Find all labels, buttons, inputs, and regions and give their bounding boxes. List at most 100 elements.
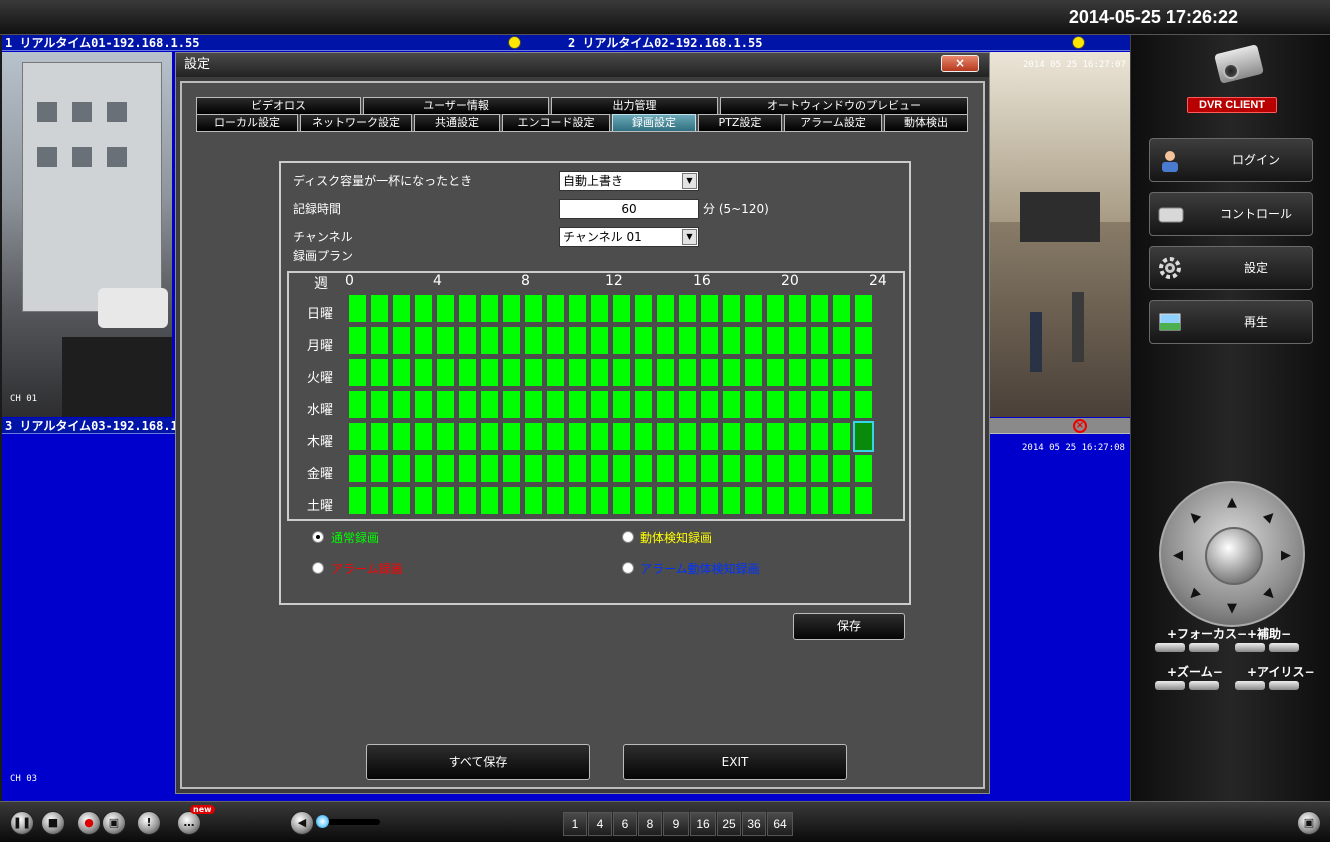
schedule-cell[interactable] — [679, 391, 696, 418]
schedule-cell[interactable] — [459, 423, 476, 450]
layout-16-button[interactable]: 16 — [690, 812, 716, 836]
schedule-cell[interactable] — [393, 423, 410, 450]
schedule-cell[interactable] — [393, 487, 410, 514]
schedule-cell[interactable] — [723, 295, 740, 322]
schedule-cell[interactable] — [855, 359, 872, 386]
message-icon[interactable]: … — [177, 811, 201, 835]
schedule-cell[interactable] — [789, 359, 806, 386]
schedule-cell[interactable] — [811, 487, 828, 514]
schedule-cell[interactable] — [415, 327, 432, 354]
close-button[interactable]: × — [941, 55, 979, 72]
schedule-cell[interactable] — [349, 455, 366, 482]
ptz-up-icon[interactable]: ▲ — [1227, 495, 1237, 510]
schedule-cell[interactable] — [811, 327, 828, 354]
motion-record-radio[interactable] — [622, 531, 634, 543]
stop-icon[interactable]: ■ — [41, 811, 65, 835]
schedule-cell[interactable] — [701, 359, 718, 386]
schedule-cell[interactable] — [349, 487, 366, 514]
schedule-cell[interactable] — [635, 487, 652, 514]
tab-encode[interactable]: エンコード設定 — [502, 114, 610, 131]
schedule-cell[interactable] — [349, 295, 366, 322]
schedule-cell[interactable] — [415, 455, 432, 482]
schedule-cell[interactable] — [503, 487, 520, 514]
schedule-cell[interactable] — [547, 359, 564, 386]
volume-slider[interactable] — [324, 819, 380, 825]
schedule-cell[interactable] — [745, 359, 762, 386]
schedule-cell[interactable] — [349, 423, 366, 450]
schedule-cell[interactable] — [657, 391, 674, 418]
schedule-cell[interactable] — [459, 327, 476, 354]
record-schedule-grid[interactable]: 週 0 4 8 12 16 20 24 日曜 月曜 火曜 水曜 木曜 金曜 土曜 — [287, 271, 905, 521]
normal-record-radio[interactable] — [312, 531, 324, 543]
schedule-cell[interactable] — [591, 455, 608, 482]
schedule-cell[interactable] — [833, 487, 850, 514]
zoom-plus-button[interactable] — [1155, 681, 1185, 690]
schedule-cell[interactable] — [657, 327, 674, 354]
ptz-center-button[interactable] — [1205, 527, 1263, 585]
schedule-cell[interactable] — [657, 295, 674, 322]
layout-64-button[interactable]: 64 — [767, 812, 793, 836]
tab-video-loss[interactable]: ビデオロス — [196, 97, 361, 114]
schedule-cell[interactable] — [745, 391, 762, 418]
schedule-cell[interactable] — [723, 359, 740, 386]
schedule-cell[interactable] — [679, 295, 696, 322]
schedule-cell[interactable] — [635, 359, 652, 386]
tab-motion[interactable]: 動体検出 — [884, 114, 968, 131]
record-time-input[interactable]: 60 — [559, 199, 699, 219]
ptz-right-icon[interactable]: ▶ — [1281, 548, 1291, 563]
schedule-cell[interactable] — [569, 359, 586, 386]
schedule-cell[interactable] — [613, 295, 630, 322]
schedule-cell[interactable] — [767, 423, 784, 450]
schedule-cell[interactable] — [789, 455, 806, 482]
schedule-cell[interactable] — [481, 295, 498, 322]
aux-plus-button[interactable] — [1235, 643, 1265, 652]
schedule-cell[interactable] — [569, 487, 586, 514]
schedule-cell[interactable] — [481, 455, 498, 482]
schedule-cell[interactable] — [855, 327, 872, 354]
schedule-cell[interactable] — [701, 295, 718, 322]
schedule-cell[interactable] — [723, 423, 740, 450]
aux-minus-button[interactable] — [1269, 643, 1299, 652]
schedule-cell[interactable] — [525, 295, 542, 322]
schedule-cell[interactable] — [855, 455, 872, 482]
schedule-cell[interactable] — [855, 391, 872, 418]
ptz-control[interactable]: ▲ ▼ ◀ ▶ ▲ ▲ ▼ ▼ — [1159, 481, 1305, 627]
ptz-down-right-icon[interactable]: ▼ — [1261, 586, 1279, 604]
schedule-cell[interactable] — [701, 391, 718, 418]
schedule-cell[interactable] — [767, 391, 784, 418]
schedule-cell[interactable] — [525, 487, 542, 514]
schedule-cell[interactable] — [789, 295, 806, 322]
schedule-cell[interactable] — [415, 295, 432, 322]
ptz-up-left-icon[interactable]: ▲ — [1185, 508, 1203, 526]
schedule-cell[interactable] — [833, 423, 850, 450]
schedule-cell[interactable] — [745, 295, 762, 322]
schedule-cell[interactable] — [789, 327, 806, 354]
schedule-cell[interactable] — [811, 455, 828, 482]
snapshot-icon[interactable]: ▣ — [102, 811, 126, 835]
schedule-cell[interactable] — [393, 455, 410, 482]
schedule-cell[interactable] — [723, 487, 740, 514]
schedule-cell[interactable] — [723, 391, 740, 418]
schedule-cell[interactable] — [853, 421, 874, 452]
ptz-left-icon[interactable]: ◀ — [1173, 548, 1183, 563]
tab-ptz[interactable]: PTZ設定 — [698, 114, 782, 131]
schedule-cell[interactable] — [855, 295, 872, 322]
schedule-cell[interactable] — [547, 455, 564, 482]
schedule-cell[interactable] — [569, 391, 586, 418]
schedule-cell[interactable] — [547, 487, 564, 514]
schedule-cell[interactable] — [393, 359, 410, 386]
schedule-cell[interactable] — [371, 455, 388, 482]
tab-network[interactable]: ネットワーク設定 — [300, 114, 412, 131]
schedule-cell[interactable] — [525, 455, 542, 482]
zoom-minus-button[interactable] — [1189, 681, 1219, 690]
schedule-cell[interactable] — [349, 359, 366, 386]
schedule-cell[interactable] — [415, 487, 432, 514]
schedule-cell[interactable] — [635, 455, 652, 482]
tab-output[interactable]: 出力管理 — [551, 97, 718, 114]
schedule-cell[interactable] — [767, 455, 784, 482]
schedule-cell[interactable] — [569, 327, 586, 354]
schedule-cell[interactable] — [745, 423, 762, 450]
schedule-cell[interactable] — [591, 295, 608, 322]
schedule-cell[interactable] — [789, 487, 806, 514]
schedule-cell[interactable] — [591, 359, 608, 386]
